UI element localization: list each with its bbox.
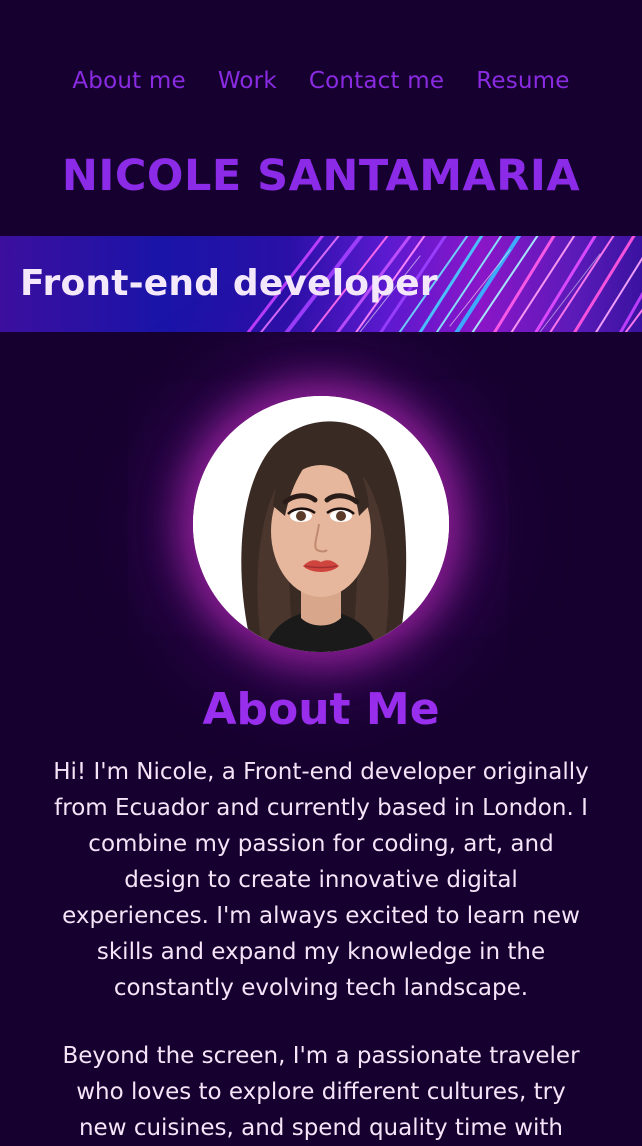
about-paragraph-intro: Hi! I'm Nicole, a Front-end developer or…: [53, 759, 589, 1001]
role-banner-text: Front-end developer: [20, 263, 438, 304]
nav-link-contact-me[interactable]: Contact me: [309, 66, 444, 106]
site-title: NICOLE SANTAMARIA: [61, 151, 581, 201]
nav-link-work[interactable]: Work: [218, 66, 277, 106]
nav-link-resume[interactable]: Resume: [476, 66, 569, 106]
main-nav: About me Work Contact me Resume: [0, 0, 642, 106]
nav-link-about-me[interactable]: About me: [72, 66, 185, 106]
profile-avatar: [193, 396, 449, 652]
role-banner: Front-end developer: [0, 236, 642, 332]
profile-portrait-illustration: [193, 396, 449, 652]
about-section-title: About Me: [202, 684, 440, 735]
about-paragraph-personal: Beyond the screen, I'm a passionate trav…: [62, 1043, 580, 1141]
